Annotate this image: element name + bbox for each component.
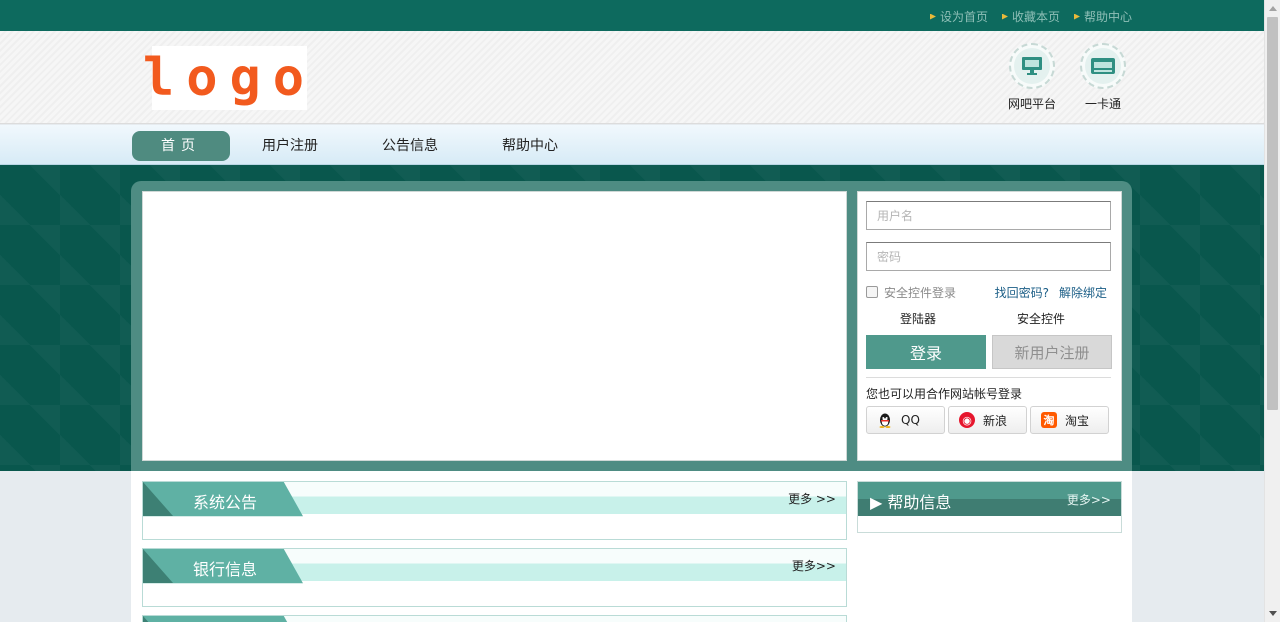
set-homepage-link[interactable]: 设为首页 <box>929 8 988 25</box>
nav-help-center[interactable]: 帮助中心 <box>490 131 570 161</box>
taobao-login-button[interactable]: 淘 淘宝 <box>1030 406 1109 434</box>
main-nav: 首页 用户注册 公告信息 帮助中心 <box>0 125 1264 165</box>
divider <box>866 377 1111 378</box>
scroll-down-arrow-icon[interactable] <box>1269 611 1277 616</box>
scroll-up-arrow-icon[interactable] <box>1269 6 1277 11</box>
nav-register[interactable]: 用户注册 <box>250 131 330 161</box>
help-more-link[interactable]: 更多>> <box>1067 491 1111 508</box>
card-icon <box>1091 58 1115 74</box>
alt-login-text: 您也可以用合作网站帐号登录 <box>866 387 1023 401</box>
bullet-icon <box>1001 13 1008 20</box>
panel-title: 银行信息 <box>193 560 258 579</box>
help-info-panel: ▶ 帮助信息 更多>> <box>857 481 1122 533</box>
qq-penguin-icon <box>879 413 891 428</box>
netcafe-platform-link[interactable]: 网吧平台 <box>1008 43 1056 112</box>
vertical-scrollbar[interactable] <box>1264 0 1280 622</box>
bank-info-panel: 银行信息 更多>> <box>142 548 847 607</box>
unbind-link[interactable]: 解除绑定 <box>1059 284 1107 301</box>
banner-area <box>142 191 847 461</box>
username-input[interactable] <box>866 201 1111 230</box>
bullet-icon <box>929 13 936 20</box>
secure-login-row: 安全控件登录 找回密码? 解除绑定 <box>866 283 1111 301</box>
weibo-icon: ◉ <box>959 412 975 428</box>
sina-login-button[interactable]: ◉ 新浪 <box>948 406 1027 434</box>
top-bar: 设为首页 收藏本页 帮助中心 <box>0 0 1264 31</box>
bullet-icon <box>1073 13 1080 20</box>
third-panel <box>142 615 847 622</box>
site-header: logo 网吧平台 一卡通 <box>0 31 1264 124</box>
new-user-register-button[interactable]: 新用户注册 <box>992 335 1112 369</box>
nav-home[interactable]: 首页 <box>132 131 230 161</box>
help-info-title: 帮助信息 <box>887 493 952 512</box>
password-input[interactable] <box>866 242 1111 271</box>
secure-login-label: 安全控件登录 <box>884 285 957 300</box>
more-link[interactable]: 更多 >> <box>788 490 836 507</box>
bookmark-link[interactable]: 收藏本页 <box>1001 8 1060 25</box>
panel-title: 系统公告 <box>193 493 258 512</box>
taobao-icon: 淘 <box>1041 412 1057 428</box>
monitor-icon <box>1022 57 1042 75</box>
launcher-link[interactable]: 登陆器 <box>900 310 936 327</box>
one-card-link[interactable]: 一卡通 <box>1080 43 1126 112</box>
nav-announcements[interactable]: 公告信息 <box>370 131 450 161</box>
more-link[interactable]: 更多>> <box>792 557 836 574</box>
scroll-thumb[interactable] <box>1267 17 1278 410</box>
login-button[interactable]: 登录 <box>866 335 986 369</box>
secure-login-checkbox[interactable] <box>866 286 878 298</box>
top-links: 设为首页 收藏本页 帮助中心 <box>929 8 1132 25</box>
help-center-top-link[interactable]: 帮助中心 <box>1073 8 1132 25</box>
find-password-link[interactable]: 找回密码? <box>995 284 1049 301</box>
system-announcements-panel: 系统公告 更多 >> <box>142 481 847 540</box>
qq-login-button[interactable]: QQ <box>866 406 945 434</box>
login-box: 安全控件登录 找回密码? 解除绑定 登陆器 安全控件 登录 新用户注册 您也可以… <box>857 191 1122 461</box>
site-logo[interactable]: logo <box>143 46 307 110</box>
play-arrow-icon: ▶ <box>870 493 888 512</box>
security-control-link[interactable]: 安全控件 <box>1017 310 1065 327</box>
